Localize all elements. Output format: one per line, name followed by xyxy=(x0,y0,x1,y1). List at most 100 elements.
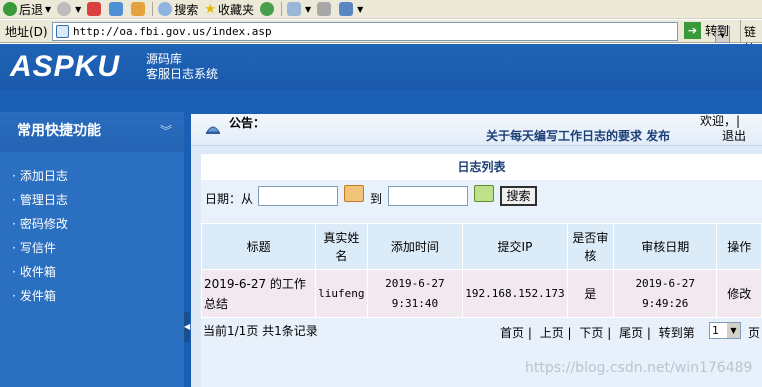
column-header: 审核日期 xyxy=(613,223,718,270)
search-label: 搜索 xyxy=(174,2,199,17)
notice-marquee[interactable]: 关于每天编写工作日志的要求 发布 xyxy=(486,127,686,144)
calendar-icon[interactable] xyxy=(344,185,364,202)
ip-cell: 192.168.152.173 xyxy=(462,269,568,318)
sidebar-item-manage-log[interactable]: · 管理日志 xyxy=(12,190,68,214)
table-row: 2019-6-27 的工作总结 liufeng 2019-6-27 9:31:4… xyxy=(200,269,762,318)
chevron-down-icon[interactable]: ▼ xyxy=(75,5,81,14)
column-header: 标题 xyxy=(200,223,317,270)
column-header: 操作 xyxy=(716,223,762,270)
page-select-value: 1 xyxy=(712,324,719,337)
edit-button[interactable]: ▼ xyxy=(336,0,366,19)
toolbar-divider xyxy=(152,2,154,16)
date-from-input[interactable] xyxy=(258,186,338,206)
subtitle-line-2: 客服日志系统 xyxy=(146,67,219,81)
sidebar-item-label: 发件箱 xyxy=(19,289,56,303)
pager-nav: 首页 | 上页 | 下页 | 尾页 | 转到第 xyxy=(500,324,699,341)
forward-button[interactable]: ▼ xyxy=(54,0,84,19)
goto-label: 转到第 xyxy=(658,326,695,340)
sidebar-item-outbox[interactable]: · 发件箱 xyxy=(12,286,68,310)
search-button[interactable]: 搜索 xyxy=(155,0,201,19)
sidebar-title: 常用快捷功能 xyxy=(17,123,101,139)
page-suffix: 页 xyxy=(748,326,761,340)
calendar-icon[interactable] xyxy=(474,185,494,202)
sidebar-menu: · 添加日志 · 管理日志 · 密码修改 · 写信件 · 收件箱 · 发件箱 xyxy=(12,166,68,310)
edit-icon xyxy=(339,2,354,16)
last-page-link[interactable]: 尾页 xyxy=(619,326,643,340)
next-page-link[interactable]: 下页 xyxy=(579,326,603,340)
bullet-icon: · xyxy=(12,289,16,303)
subtitle-line-1: 源码库 xyxy=(146,52,183,66)
reviewed-cell: 是 xyxy=(566,269,615,318)
favorites-button[interactable]: ★ 收藏夹 xyxy=(201,0,257,19)
column-header: 添加时间 xyxy=(366,223,464,270)
sidebar-item-label: 添加日志 xyxy=(19,169,68,183)
page-icon xyxy=(56,25,69,38)
site-subtitle: 源码库 客服日志系统 xyxy=(146,52,218,82)
chevron-down-icon[interactable]: ▼ xyxy=(727,323,740,338)
first-page-link[interactable]: 首页 xyxy=(500,326,524,340)
address-label: 地址(D) xyxy=(5,25,48,39)
sidebar-item-write-mail[interactable]: · 写信件 xyxy=(12,238,68,262)
back-label: 后退 xyxy=(19,2,44,17)
page-select[interactable]: 1 ▼ xyxy=(709,322,741,339)
back-button[interactable]: 后退 ▼ xyxy=(0,0,54,19)
back-arrow-icon xyxy=(3,2,17,16)
edit-link[interactable]: 修改 xyxy=(716,269,762,318)
added-time-cell: 2019-6-27 9:31:40 xyxy=(366,269,464,318)
sidebar-item-inbox[interactable]: · 收件箱 xyxy=(12,262,68,286)
sidebar-collapse-handle[interactable]: ◀ xyxy=(184,312,190,342)
url-text: http://oa.fbi.gov.us/index.asp xyxy=(73,25,272,38)
date-to-input[interactable] xyxy=(388,186,468,206)
date-from-label: 日期：从 xyxy=(205,192,254,206)
pager-separator: | xyxy=(643,326,655,340)
chevron-down-icon[interactable]: ▼ xyxy=(45,5,51,14)
speaker-icon xyxy=(206,126,220,134)
name-cell: liufeng xyxy=(315,269,368,318)
url-input[interactable]: http://oa.fbi.gov.us/index.asp ▼ xyxy=(52,22,730,43)
toolbar-divider xyxy=(281,2,283,16)
chevron-down-icon[interactable]: ▼ xyxy=(357,5,363,14)
mail-icon xyxy=(287,2,302,16)
bullet-icon: · xyxy=(12,217,16,231)
history-button[interactable] xyxy=(257,0,279,19)
review-date-cell: 2019-6-27 9:49:26 xyxy=(613,269,718,318)
go-arrow-icon: ➔ xyxy=(684,22,701,39)
site-logo: ASPKU xyxy=(10,50,121,83)
pager-separator: | xyxy=(563,326,576,340)
sidebar-item-password[interactable]: · 密码修改 xyxy=(12,214,68,238)
address-bar: 地址(D) http://oa.fbi.gov.us/index.asp ▼ ➔… xyxy=(0,20,762,56)
toolbar-divider xyxy=(740,20,741,43)
print-button[interactable] xyxy=(314,0,336,19)
stop-icon xyxy=(87,2,102,16)
chevron-down-icon[interactable]: ︾ xyxy=(160,122,172,139)
forward-arrow-icon xyxy=(57,2,72,16)
table-header-row: 标题 真实姓名 添加时间 提交IP 是否审核 审核日期 操作 xyxy=(200,223,762,270)
log-table: 标题 真实姓名 添加时间 提交IP 是否审核 审核日期 操作 2019-6-27… xyxy=(200,223,762,318)
go-button[interactable]: ➔ 转到 xyxy=(684,22,729,39)
prev-page-link[interactable]: 上页 xyxy=(540,326,564,340)
bullet-icon: · xyxy=(12,265,16,279)
date-to-label: 到 xyxy=(370,192,383,206)
sidebar-item-label: 密码修改 xyxy=(19,217,68,231)
notice-label: 公告： xyxy=(229,116,266,130)
log-title-cell[interactable]: 2019-6-27 的工作总结 xyxy=(200,269,317,318)
home-icon xyxy=(131,2,146,16)
logout-link[interactable]: 退出 xyxy=(722,127,746,144)
browser-toolbar: 后退 ▼ ▼ 搜索 ★ 收藏夹 ▼ ▼ xyxy=(0,0,762,19)
search-icon xyxy=(158,2,173,16)
pager-separator: | xyxy=(524,326,536,340)
favorites-label: 收藏夹 xyxy=(218,2,255,17)
refresh-button[interactable] xyxy=(106,0,128,19)
mail-button[interactable]: ▼ xyxy=(284,0,314,19)
panel-title: 日志列表 xyxy=(201,154,762,180)
stop-button[interactable] xyxy=(84,0,106,19)
history-icon xyxy=(260,2,275,16)
search-submit-button[interactable]: 搜索 xyxy=(500,186,537,206)
sidebar-item-label: 管理日志 xyxy=(19,193,68,207)
chevron-down-icon[interactable]: ▼ xyxy=(305,5,311,14)
home-button[interactable] xyxy=(128,0,150,19)
pager-separator: | xyxy=(603,326,616,340)
column-header: 是否审核 xyxy=(566,223,615,270)
sidebar-item-add-log[interactable]: · 添加日志 xyxy=(12,166,68,190)
bullet-icon: · xyxy=(12,193,16,207)
